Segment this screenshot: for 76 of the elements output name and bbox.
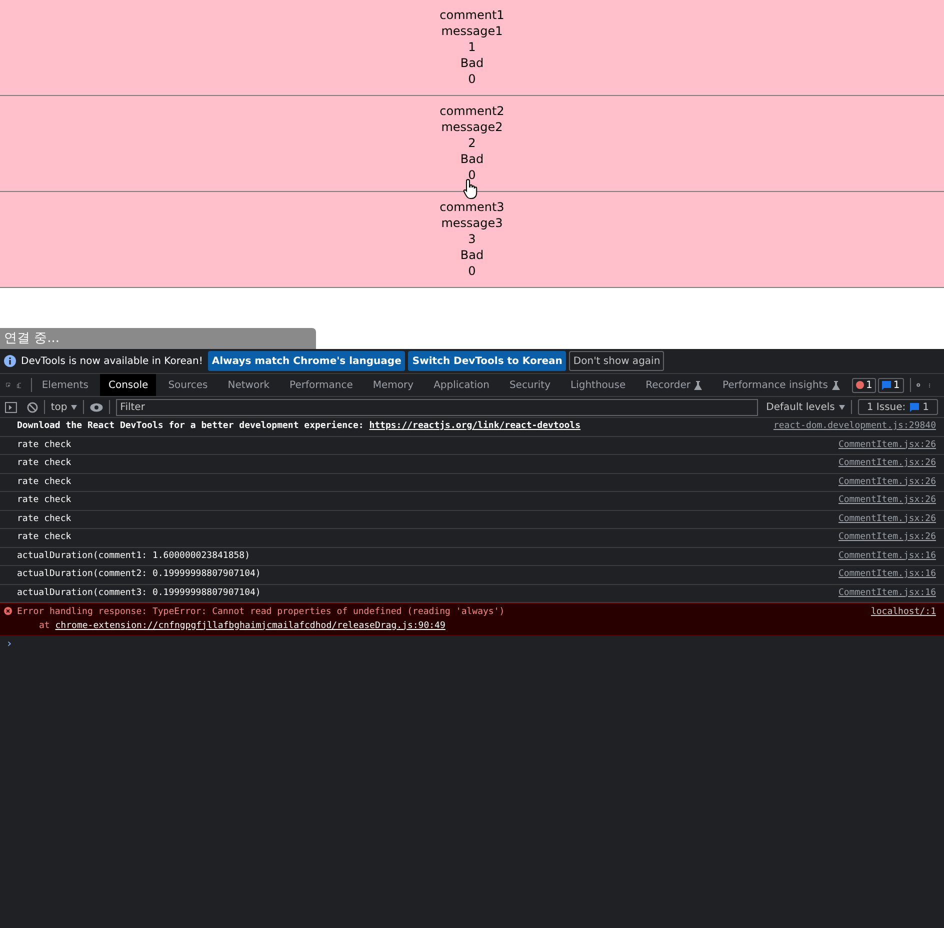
- console-message: rate check: [17, 512, 72, 526]
- devtools-tab[interactable]: Lighthouse: [562, 374, 634, 396]
- filter-field[interactable]: Filter: [116, 398, 758, 416]
- flask-icon: [694, 380, 702, 390]
- source-link[interactable]: react-dom.development.js:29840: [773, 420, 936, 434]
- sidebar-toggle-icon[interactable]: [5, 402, 17, 412]
- source-link[interactable]: CommentItem.jsx:16: [838, 586, 936, 600]
- comment-count: 0: [468, 263, 476, 279]
- console-message: rate check: [17, 438, 72, 452]
- flask-icon: [832, 380, 840, 390]
- console-message: rate check: [17, 476, 72, 488]
- comment-count: 0: [468, 167, 476, 183]
- message-icon: [882, 380, 892, 390]
- error-count-badge[interactable]: 1: [852, 378, 876, 392]
- console-message: Error handling response: TypeError: Cannot read properties of undefined (reading 'always'): [17, 606, 506, 619]
- comment-message: message1: [441, 23, 503, 39]
- devtools-tab[interactable]: Recorder: [638, 374, 710, 396]
- source-link[interactable]: CommentItem.jsx:26: [838, 476, 936, 489]
- error-icon: [856, 381, 864, 389]
- console-link[interactable]: chrome-extension://cnfngpgfjllafbghaimjcmailafcdhod/releaseDrag.js:90:49: [55, 620, 446, 633]
- clear-icon[interactable]: [26, 402, 38, 412]
- infobar-message: DevTools is now available in Korean!: [21, 354, 203, 368]
- devtools-tab[interactable]: Memory: [364, 374, 422, 396]
- devtools-tab[interactable]: Application: [426, 374, 498, 396]
- issues-button[interactable]: 1 Issue: 1: [858, 399, 938, 415]
- source-link[interactable]: localhost/:1: [870, 606, 936, 633]
- levels-dropdown[interactable]: Default levels: [766, 400, 845, 414]
- devtools-tab[interactable]: Security: [501, 374, 559, 396]
- comment-title: comment3: [440, 199, 504, 215]
- comment-message: message3: [441, 215, 503, 231]
- source-link[interactable]: CommentItem.jsx:26: [838, 438, 936, 452]
- eye-icon[interactable]: [90, 402, 104, 412]
- devtools-tab[interactable]: Performance insights: [714, 374, 848, 396]
- source-link[interactable]: CommentItem.jsx:16: [838, 550, 936, 563]
- status-bar: 연결 중...: [0, 328, 316, 349]
- caret-icon: [71, 404, 78, 410]
- devtools-tab[interactable]: Sources: [160, 374, 216, 396]
- console-message: rate check: [17, 531, 72, 544]
- message-count-badge[interactable]: 1: [878, 378, 904, 392]
- rate-label: Bad: [460, 55, 484, 71]
- devtools-tab[interactable]: Network: [220, 374, 278, 396]
- caret-icon: [838, 404, 845, 410]
- devtools-tab[interactable]: Console: [100, 374, 156, 396]
- comment-message: message2: [441, 119, 503, 135]
- hand-cursor-icon: [463, 178, 479, 200]
- source-link[interactable]: CommentItem.jsx:16: [838, 568, 936, 582]
- console-message: actualDuration(comment2: 0.19999998807907104): [17, 568, 262, 581]
- devtools-tab[interactable]: Performance: [282, 374, 361, 396]
- console-link[interactable]: https://reactjs.org/link/react-devtools: [369, 420, 581, 434]
- comment-count: 0: [468, 71, 476, 87]
- rate-label: Bad: [460, 247, 484, 263]
- console-message: actualDuration(comment1: 1.600000023841858): [17, 550, 251, 562]
- console-message: rate check: [17, 457, 72, 470]
- infobar-button[interactable]: Don't show again: [569, 351, 664, 371]
- source-link[interactable]: CommentItem.jsx:26: [838, 531, 936, 544]
- message-icon: [910, 402, 919, 412]
- comment-rate: 3: [468, 231, 476, 247]
- source-link[interactable]: CommentItem.jsx:26: [838, 457, 936, 470]
- comment-title: comment2: [440, 103, 504, 119]
- console-message: actualDuration(comment3: 0.19999998807907104): [17, 586, 262, 600]
- source-link[interactable]: CommentItem.jsx:26: [838, 512, 936, 526]
- console-message: rate check: [17, 494, 72, 507]
- stack-prefix: at: [39, 620, 51, 632]
- devtools-tab[interactable]: Elements: [34, 374, 96, 396]
- console-message: Download the React DevTools for a better development experience:: [17, 420, 365, 433]
- console-prompt[interactable]: ›: [0, 636, 944, 652]
- comment-rate: 1: [468, 39, 476, 55]
- info-icon: [4, 355, 16, 367]
- comment-title: comment1: [440, 7, 504, 23]
- source-link[interactable]: CommentItem.jsx:26: [838, 494, 936, 508]
- infobar-button[interactable]: Switch DevTools to Korean: [408, 351, 566, 371]
- rate-label: Bad: [460, 151, 484, 167]
- infobar-button[interactable]: Always match Chrome's language: [208, 351, 406, 371]
- error-icon: [4, 607, 12, 615]
- context-selector[interactable]: top: [50, 400, 78, 414]
- comment-rate: 2: [468, 135, 476, 151]
